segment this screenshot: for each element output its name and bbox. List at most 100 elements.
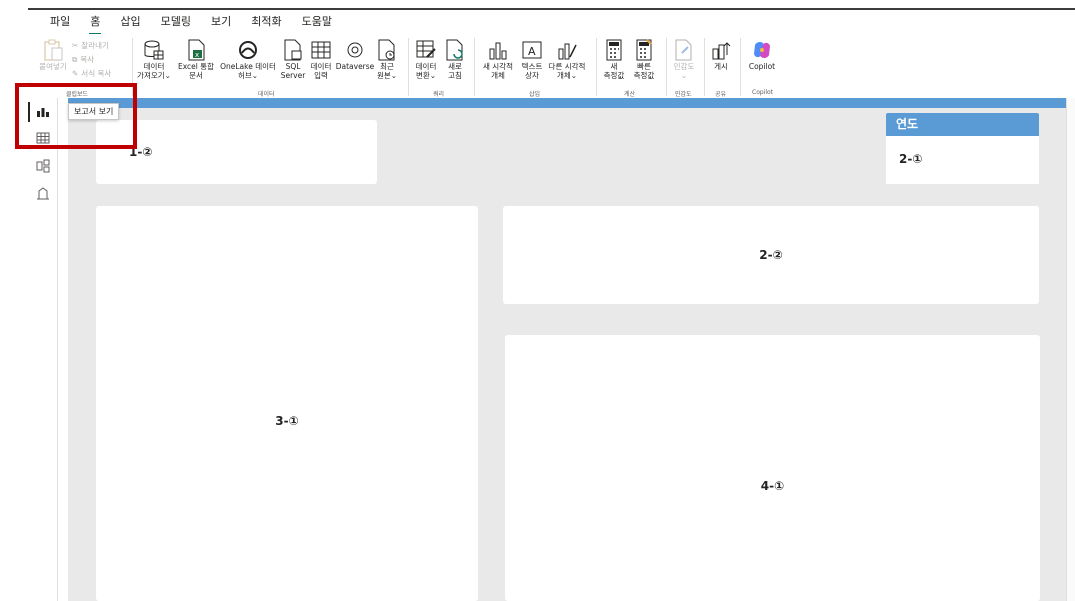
ribbon-separator <box>666 38 667 96</box>
recent-sources-button[interactable]: 최근 원본⌄ <box>374 38 400 80</box>
tab-optimize[interactable]: 최적화 <box>241 14 291 32</box>
tab-modeling[interactable]: 모델링 <box>151 14 201 32</box>
format-painter-button[interactable]: ✎ 서식 복사 <box>72 68 111 79</box>
format-painter-icon: ✎ <box>72 69 79 78</box>
sql-server-button[interactable]: SQL Server <box>280 38 306 80</box>
quick-measure-label-2: 측정값 <box>633 71 655 80</box>
publish-label: 게시 <box>714 62 728 71</box>
card-1-2[interactable]: 1-② <box>96 120 377 184</box>
year-slicer-body[interactable]: 2-① <box>886 136 1039 184</box>
year-slicer-header[interactable]: 연도 <box>886 113 1039 136</box>
more-visuals-button[interactable]: 다른 시각적 개체⌄ <box>546 38 588 80</box>
model-view-button[interactable] <box>28 154 58 178</box>
excel-icon: x <box>186 38 206 62</box>
sensitivity-button[interactable]: 민감도 ⌄ <box>670 38 698 80</box>
ribbon-separator <box>596 38 597 96</box>
recent-clock-icon <box>377 38 397 62</box>
sensitivity-label: 민감도 <box>673 62 695 71</box>
refresh-icon <box>445 38 465 62</box>
calc-group-label: 계산 <box>624 91 636 98</box>
more-visuals-icon <box>556 38 578 62</box>
sql-label-2: Server <box>280 71 306 80</box>
quick-measure-icon <box>635 38 653 62</box>
database-icon <box>143 38 165 62</box>
scissors-icon: ✂ <box>72 41 79 50</box>
tab-view[interactable]: 보기 <box>201 14 241 32</box>
share-group-label: 공유 <box>715 91 727 98</box>
get-data-label-2: 가져오기⌄ <box>137 71 171 80</box>
card-3-1-label: 3-① <box>275 414 299 428</box>
window-top-border <box>28 8 1075 10</box>
ribbon-separator <box>474 38 475 96</box>
card-2-2[interactable]: 2-② <box>503 206 1039 304</box>
dataverse-icon <box>344 38 366 62</box>
transform-label-1: 데이터 <box>415 62 437 71</box>
card-4-1[interactable]: 4-① <box>505 335 1040 601</box>
ribbon-separator <box>740 38 741 96</box>
paste-button[interactable]: 붙여넣기 <box>34 38 72 71</box>
dataverse-button[interactable]: Dataverse <box>336 38 374 71</box>
tab-help[interactable]: 도움말 <box>292 14 342 32</box>
insert-group-label: 삽입 <box>529 91 541 98</box>
onelake-label-1: OneLake 데이터 <box>220 62 276 71</box>
copilot-icon <box>751 38 773 62</box>
text-box-icon: A <box>521 38 543 62</box>
get-data-button[interactable]: 데이터 가져오기⌄ <box>136 38 172 80</box>
publish-button[interactable]: 게시 <box>708 38 734 71</box>
onelake-icon <box>237 38 259 62</box>
new-visual-button[interactable]: 새 시각적 개체 <box>480 38 516 80</box>
sql-label-1: SQL <box>285 62 301 71</box>
canvas-right-panel-edge <box>1066 98 1075 601</box>
text-box-label-2: 상자 <box>525 71 539 80</box>
excel-label-2: 문서 <box>189 71 203 80</box>
copilot-label: Copilot <box>748 62 776 71</box>
enter-data-label-1: 데이터 <box>310 62 332 71</box>
more-visuals-label-2: 개체⌄ <box>556 71 578 80</box>
new-visual-label-2: 개체 <box>491 71 505 80</box>
calculator-icon <box>605 38 623 62</box>
excel-label-1: Excel 통합 <box>177 62 215 71</box>
excel-workbook-button[interactable]: x Excel 통합 문서 <box>176 38 216 80</box>
enter-data-label-2: 입력 <box>314 71 328 80</box>
refresh-button[interactable]: 새로 고침 <box>442 38 468 80</box>
copy-label: 복사 <box>80 55 95 64</box>
copilot-button[interactable]: Copilot <box>744 38 780 71</box>
paste-icon <box>42 38 64 62</box>
dax-query-icon <box>37 187 49 200</box>
query-group-label: 쿼리 <box>433 91 445 98</box>
quick-measure-button[interactable]: 빠른 측정값 <box>630 38 658 80</box>
new-visual-label-1: 새 시각적 <box>483 62 513 71</box>
onelake-hub-button[interactable]: OneLake 데이터 허브⌄ <box>220 38 276 80</box>
new-measure-label-2: 측정값 <box>603 71 625 80</box>
publish-icon <box>710 38 732 62</box>
cut-button[interactable]: ✂ 잘라내기 <box>72 40 109 51</box>
copy-button[interactable]: ⧉ 복사 <box>72 54 94 65</box>
ribbon: 붙여넣기 ✂ 잘라내기 ⧉ 복사 ✎ 서식 복사 클립보드 데이터 가져오기⌄ … <box>28 34 1075 98</box>
table-grid-icon <box>310 38 332 62</box>
get-data-label-1: 데이터 <box>143 62 165 71</box>
dataverse-label: Dataverse <box>335 62 375 71</box>
svg-text:x: x <box>195 51 199 59</box>
tab-insert[interactable]: 삽입 <box>110 14 150 32</box>
tab-file[interactable]: 파일 <box>40 14 80 32</box>
canvas-header-band <box>68 98 1066 108</box>
card-3-1[interactable]: 3-① <box>96 206 478 601</box>
sensitivity-icon <box>674 38 694 62</box>
paste-label: 붙여넣기 <box>39 62 67 71</box>
dax-query-view-button[interactable] <box>28 182 58 206</box>
transform-icon <box>415 38 437 62</box>
transform-label-2: 변환⌄ <box>415 71 437 80</box>
tab-home[interactable]: 홈 <box>80 14 110 35</box>
chevron-down-icon: ⌄ <box>680 71 688 80</box>
new-measure-label-1: 새 <box>610 62 618 71</box>
enter-data-button[interactable]: 데이터 입력 <box>306 38 336 80</box>
card-4-1-label: 4-① <box>760 479 785 493</box>
model-view-icon <box>36 159 50 173</box>
slicer-value-label: 2-① <box>899 152 923 166</box>
ribbon-separator <box>408 38 409 96</box>
text-box-button[interactable]: A 텍스트 상자 <box>518 38 546 80</box>
highlight-annotation-box <box>15 83 137 149</box>
new-measure-button[interactable]: 새 측정값 <box>600 38 628 80</box>
transform-data-button[interactable]: 데이터 변환⌄ <box>412 38 440 80</box>
sql-server-icon <box>283 38 303 62</box>
